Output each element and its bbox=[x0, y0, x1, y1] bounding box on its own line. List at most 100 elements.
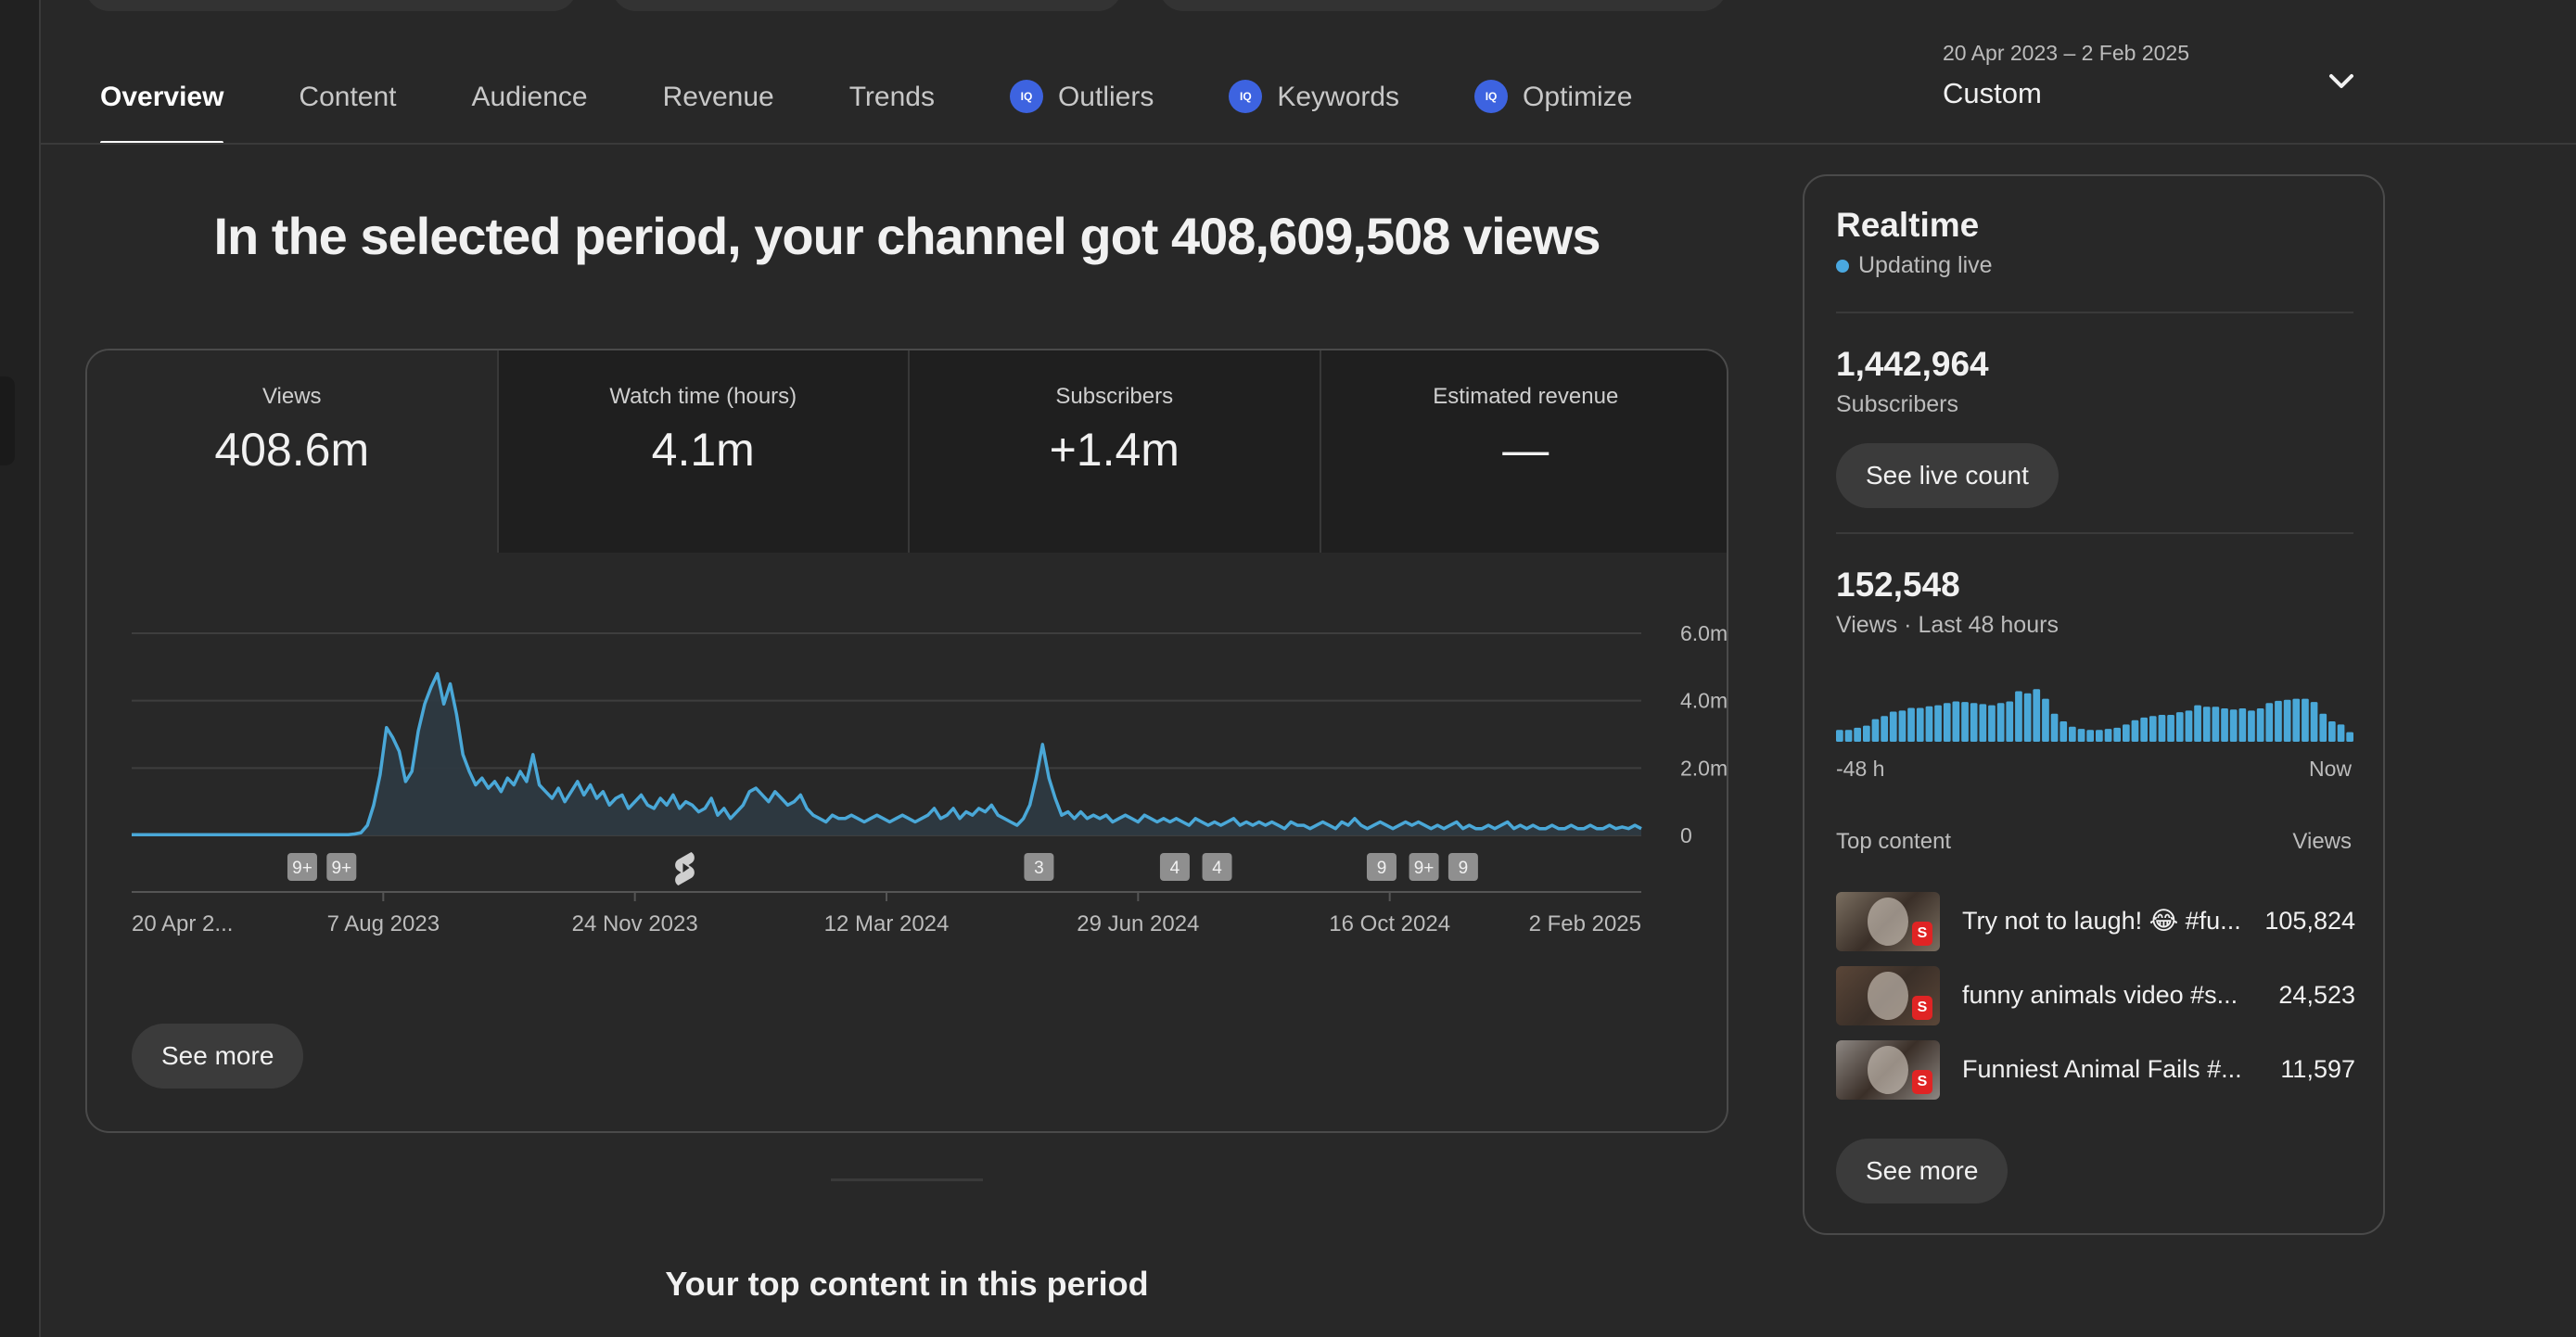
metric-tab-watch-time-hours[interactable]: Watch time (hours) 4.1m bbox=[496, 350, 908, 553]
overview-card: Views 408.6m Watch time (hours) 4.1m Subscri… bbox=[85, 349, 1728, 1133]
video-thumbnail[interactable]: S bbox=[1836, 1040, 1940, 1100]
rail-collapse-tab[interactable] bbox=[0, 376, 15, 465]
x-tick-label: 16 Oct 2024 bbox=[1329, 911, 1450, 936]
realtime-subscribers-label: Subscribers bbox=[1836, 391, 1958, 417]
realtime-bar bbox=[2149, 716, 2157, 742]
see-live-count-button[interactable]: See live count bbox=[1836, 443, 2059, 508]
realtime-bar bbox=[1871, 719, 1880, 742]
tab-overview[interactable]: Overview bbox=[100, 74, 224, 145]
realtime-bar bbox=[1881, 716, 1888, 742]
chart-see-more-button[interactable]: See more bbox=[132, 1024, 304, 1089]
video-views: 24,523 bbox=[2278, 981, 2355, 1009]
realtime-bar bbox=[2302, 698, 2309, 742]
y-tick-label: 0 bbox=[1680, 823, 1692, 847]
realtime-bar bbox=[2283, 699, 2291, 742]
realtime-bar bbox=[1934, 705, 1942, 742]
tab-content[interactable]: Content bbox=[299, 74, 396, 145]
upload-marker[interactable]: 4 bbox=[1159, 853, 1190, 881]
tab-trends[interactable]: Trends bbox=[849, 74, 935, 145]
realtime-bar bbox=[1996, 703, 2005, 742]
top-pill-3[interactable] bbox=[1159, 0, 1727, 11]
metric-tab-estimated-revenue[interactable]: Estimated revenue — bbox=[1319, 350, 1727, 553]
tab-keywords[interactable]: IQ Keywords bbox=[1229, 74, 1399, 145]
upload-marker[interactable]: 9+ bbox=[287, 853, 317, 881]
top-pill-2[interactable] bbox=[612, 0, 1122, 11]
top-pill-1[interactable] bbox=[85, 0, 577, 11]
realtime-bar bbox=[2140, 717, 2148, 742]
realtime-bar bbox=[2060, 721, 2068, 742]
realtime-subscribers-value: 1,442,964 bbox=[1836, 345, 1989, 383]
realtime-bar bbox=[2033, 689, 2041, 742]
upload-marker[interactable]: 9 bbox=[1447, 853, 1478, 881]
realtime-bar bbox=[2221, 708, 2228, 742]
upload-marker-label: 9+ bbox=[292, 859, 312, 878]
upload-marker-label: 3 bbox=[1034, 859, 1044, 878]
realtime-bar bbox=[2023, 693, 2032, 742]
video-views: 11,597 bbox=[2280, 1055, 2355, 1083]
realtime-bar bbox=[2131, 719, 2139, 742]
views-series-line bbox=[132, 671, 1642, 837]
tab-revenue[interactable]: Revenue bbox=[663, 74, 774, 145]
tab-outliers[interactable]: IQ Outliers bbox=[1009, 74, 1154, 145]
live-status-label: Updating live bbox=[1858, 252, 1993, 278]
realtime-see-more-button[interactable]: See more bbox=[1836, 1139, 2009, 1203]
top-content-row[interactable]: S Try not to laugh! 😂 #fu... 105,824 bbox=[1836, 892, 2355, 951]
upload-marker[interactable]: 3 bbox=[1024, 853, 1054, 881]
views-chart: 6.0m 4.0m 2.0m 0 9+ 9+ 3 4 4 9 9+ 9 20 Apr 2... 7 Aug… bbox=[87, 553, 1727, 979]
page-headline: In the selected period, your channel got… bbox=[213, 207, 1600, 265]
shorts-icon: S bbox=[1912, 996, 1932, 1020]
video-title: Funniest Animal Fails #... bbox=[1962, 1055, 2242, 1083]
views-column-label: Views bbox=[2292, 829, 2352, 854]
date-range-selector[interactable]: 20 Apr 2023 – 2 Feb 2025 Custom bbox=[1943, 41, 2360, 110]
realtime-bar bbox=[2229, 709, 2238, 742]
vidiq-icon: IQ bbox=[1474, 80, 1509, 113]
realtime-bar bbox=[1863, 725, 1870, 742]
tab-optimize[interactable]: IQ Optimize bbox=[1474, 74, 1632, 145]
realtime-bar bbox=[2185, 710, 2193, 742]
realtime-bar bbox=[2042, 698, 2049, 742]
chevron-down-icon[interactable] bbox=[2323, 63, 2360, 100]
realtime-bar bbox=[2077, 729, 2085, 742]
realtime-bar bbox=[2212, 707, 2220, 742]
video-thumbnail[interactable]: S bbox=[1836, 892, 1940, 951]
top-content-row[interactable]: Sfunny animals video #s... 24,523 bbox=[1836, 966, 2355, 1025]
realtime-bar bbox=[1898, 710, 1906, 742]
realtime-bar bbox=[2202, 707, 2211, 742]
realtime-bar bbox=[1961, 702, 1969, 742]
x-tick-label: 24 Nov 2023 bbox=[572, 911, 698, 936]
realtime-bar bbox=[2123, 724, 2130, 742]
realtime-bar bbox=[1925, 706, 1933, 742]
realtime-bar bbox=[2194, 705, 2201, 742]
realtime-bar bbox=[2175, 712, 2184, 742]
realtime-bar bbox=[2256, 708, 2264, 742]
realtime-bar bbox=[2292, 698, 2301, 742]
metric-tab-views[interactable]: Views 408.6m bbox=[87, 350, 497, 553]
metric-value: +1.4m bbox=[1049, 424, 1180, 476]
realtime-axis-end: Now bbox=[2308, 757, 2352, 781]
realtime-bar bbox=[2050, 713, 2059, 742]
realtime-bar bbox=[2015, 691, 2022, 742]
upload-marker[interactable]: 9 bbox=[1366, 853, 1396, 881]
upload-marker[interactable]: 9+ bbox=[1409, 853, 1439, 881]
realtime-bar bbox=[1889, 711, 1897, 742]
realtime-bar bbox=[1836, 730, 1843, 742]
metric-label: Watch time (hours) bbox=[609, 384, 797, 409]
metric-label: Estimated revenue bbox=[1433, 384, 1619, 409]
realtime-bar bbox=[2113, 727, 2121, 742]
divider bbox=[1836, 532, 2353, 534]
metric-tab-subscribers[interactable]: Subscribers +1.4m bbox=[908, 350, 1320, 553]
tab-label: Optimize bbox=[1523, 82, 1633, 112]
upload-marker-label: 9 bbox=[1377, 859, 1387, 878]
tabs-divider bbox=[41, 143, 2576, 145]
x-tick-label: 2 Feb 2025 bbox=[1529, 911, 1641, 936]
video-thumbnail[interactable]: S bbox=[1836, 966, 1940, 1025]
upload-marker[interactable]: 9+ bbox=[326, 853, 357, 881]
upload-marker[interactable]: 4 bbox=[1202, 853, 1232, 881]
shorts-icon[interactable] bbox=[675, 852, 695, 885]
realtime-bar bbox=[2238, 708, 2247, 742]
top-content-row[interactable]: S Funniest Animal Fails #... 11,597 bbox=[1836, 1040, 2355, 1100]
realtime-bar bbox=[2158, 715, 2166, 742]
tab-audience[interactable]: Audience bbox=[472, 74, 588, 145]
realtime-bar bbox=[1943, 703, 1951, 742]
shorts-icon: S bbox=[1912, 1070, 1932, 1094]
